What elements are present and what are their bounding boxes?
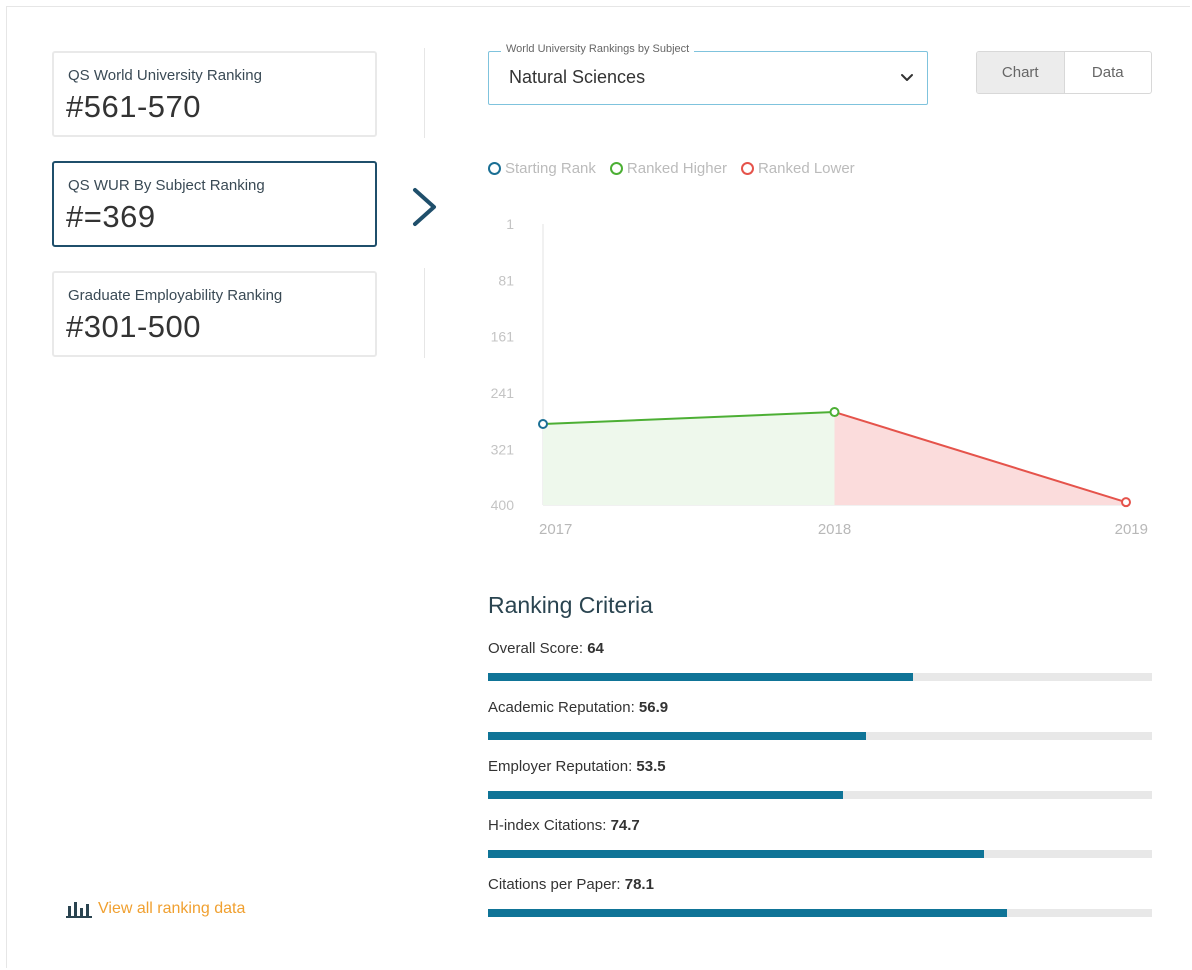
chart-legend: Starting Rank Ranked Higher Ranked Lower: [488, 160, 855, 177]
criteria-label: Overall Score: 64: [488, 640, 1152, 657]
x-tick-label: 2019: [1115, 521, 1148, 538]
chart-point: [1121, 497, 1131, 508]
criteria-item: Overall Score: 64: [488, 640, 1152, 681]
y-tick-label: 321: [491, 441, 515, 457]
criteria-bar-track: [488, 732, 1152, 740]
y-tick-label: 241: [491, 385, 515, 401]
subject-select-legend: World University Rankings by Subject: [501, 43, 695, 55]
rank-history-chart: 1 81 161 241 321 400 2017 2018 2019: [491, 216, 1148, 538]
view-toggle[interactable]: Chart Data: [976, 51, 1152, 94]
y-tick-label: 161: [491, 329, 515, 345]
criteria-name: Academic Reputation:: [488, 699, 639, 716]
rank-card-label: QS WUR By Subject Ranking: [68, 177, 265, 194]
criteria-bar-fill: [488, 791, 844, 799]
criteria-score: 78.1: [624, 876, 654, 893]
legend-label: Ranked Lower: [757, 160, 855, 177]
view-all-label: View all ranking data: [98, 900, 246, 917]
divider: [424, 268, 425, 358]
criteria-label: Citations per Paper: 78.1: [488, 876, 1152, 893]
criteria-score: 64: [587, 640, 604, 657]
criteria-bar-fill: [488, 850, 984, 858]
chart-area-segment: [543, 412, 835, 505]
rank-card-value: #=369: [66, 199, 156, 234]
legend-item-starting: Starting Rank: [488, 160, 596, 177]
bar-chart-icon: [66, 902, 92, 918]
y-tick-label: 1: [506, 216, 514, 232]
rank-card-value: #561-570: [66, 89, 202, 124]
legend-label: Ranked Higher: [626, 160, 727, 177]
circle-icon: [609, 162, 623, 175]
criteria-score: 74.7: [610, 817, 640, 834]
criteria-score: 56.9: [638, 699, 669, 716]
view-all-ranking-link[interactable]: View all ranking data: [66, 900, 245, 918]
criteria-name: Citations per Paper:: [488, 876, 625, 893]
rank-card-label: Graduate Employability Ranking: [68, 287, 283, 304]
subject-select-value: Natural Sciences: [509, 67, 646, 87]
circle-icon: [488, 162, 501, 175]
rank-card-world[interactable]: QS World University Ranking #561-570: [52, 51, 377, 137]
criteria-name: Overall Score:: [488, 640, 588, 657]
rank-card-subject[interactable]: QS WUR By Subject Ranking #=369: [52, 161, 377, 247]
criteria-bar-track: [488, 673, 1152, 681]
criteria-name: H-index Citations:: [488, 817, 611, 834]
legend-label: Starting Rank: [505, 160, 596, 177]
rank-card-employability[interactable]: Graduate Employability Ranking #301-500: [52, 271, 377, 357]
criteria-label: H-index Citations: 74.7: [488, 817, 1152, 834]
criteria-bar-track: [488, 909, 1152, 917]
chevron-down-icon: [901, 74, 913, 81]
criteria-item: H-index Citations: 74.7: [488, 817, 1152, 858]
criteria-bar-fill: [488, 909, 1007, 917]
criteria-bar-fill: [488, 673, 913, 681]
subject-select[interactable]: World University Rankings by Subject Nat…: [488, 43, 928, 105]
legend-item-higher: Ranked Higher: [609, 160, 727, 177]
criteria-title: Ranking Criteria: [488, 592, 653, 618]
rank-card-label: QS World University Ranking: [68, 67, 262, 84]
criteria-item: Academic Reputation: 56.9: [488, 699, 1152, 740]
criteria-item: Citations per Paper: 78.1: [488, 876, 1152, 917]
data-view-button[interactable]: Data: [1065, 52, 1152, 93]
divider: [424, 48, 425, 138]
chevron-right-icon: [413, 188, 436, 226]
criteria-bar-track: [488, 850, 1152, 858]
criteria-name: Employer Reputation:: [488, 758, 637, 775]
legend-item-lower: Ranked Lower: [740, 160, 855, 177]
y-tick-label: 400: [491, 497, 515, 513]
circle-icon: [740, 162, 754, 175]
chart-view-button[interactable]: Chart: [977, 52, 1065, 93]
criteria-label: Employer Reputation: 53.5: [488, 758, 1152, 775]
x-tick-label: 2018: [818, 521, 851, 538]
rank-card-value: #301-500: [66, 309, 202, 344]
criteria-bar-fill: [488, 732, 866, 740]
chart-point: [829, 407, 840, 418]
y-tick-label: 81: [498, 272, 514, 288]
chart-point: [538, 419, 548, 430]
criteria-item: Employer Reputation: 53.5: [488, 758, 1152, 799]
criteria-bar-track: [488, 791, 1152, 799]
x-tick-label: 2017: [539, 521, 572, 538]
criteria-label: Academic Reputation: 56.9: [488, 699, 1152, 716]
criteria-score: 53.5: [636, 758, 666, 775]
